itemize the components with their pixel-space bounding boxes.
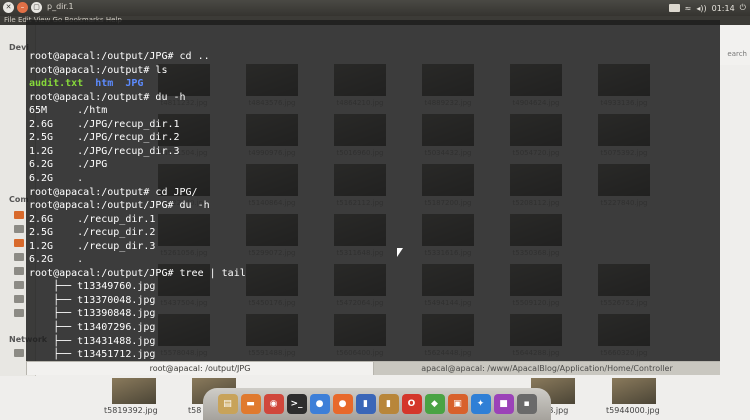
terminal-text: 65M ./htm: [29, 105, 108, 117]
terminal-text: 2.5G ./recup_dir.2: [29, 227, 156, 239]
sidebar-item-home[interactable]: [14, 211, 24, 219]
terminal-line: audit.txt htm JPG: [29, 77, 720, 91]
terminal-text: 6.2G .: [29, 173, 84, 185]
terminal-line: 6.2G ./JPG: [29, 158, 720, 172]
terminal-tab-2[interactable]: apacal@apacal: /www/ApacalBlog/Applicati…: [374, 361, 720, 375]
writer-icon[interactable]: ▮: [355, 394, 376, 414]
top-panel: ✕ – ▢ p_dir.1 ≈ ◂)) 01:14 ⏻: [0, 0, 750, 16]
terminal-text: 2.5G ./JPG/recup_dir.2: [29, 132, 180, 144]
terminal-line: ├── t13349760.jpg: [29, 280, 720, 294]
terminal-tab-1[interactable]: root@apacal: /output/JPG: [26, 361, 374, 375]
power-icon[interactable]: ⏻: [740, 3, 746, 13]
terminal-text: htm: [95, 78, 114, 90]
mail-icon[interactable]: [668, 4, 680, 12]
network-icon[interactable]: ≈: [685, 4, 692, 13]
sidebar-item-network[interactable]: [14, 349, 24, 357]
file-label[interactable]: t5819392.jpg: [104, 406, 158, 415]
sidebar-item-pictures[interactable]: [14, 281, 24, 289]
terminal-line: ├── t13431488.jpg: [29, 335, 720, 349]
terminal-line: 1.2G ./JPG/recup_dir.3: [29, 145, 720, 159]
folder-icon[interactable]: ▬: [240, 394, 261, 414]
mouse-pointer-icon: [397, 248, 403, 257]
audio-icon[interactable]: ◉: [263, 394, 284, 414]
books-icon[interactable]: ▮: [378, 394, 399, 414]
terminal-text: root@apacal:/output/JPG# du -h: [29, 200, 210, 212]
terminal-text: 1.2G ./JPG/recup_dir.3: [29, 145, 180, 157]
terminal-text: 2.6G ./JPG/recup_dir.1: [29, 118, 180, 130]
window-minimize-button[interactable]: –: [17, 2, 28, 13]
application-dock: ▤ ▬ ◉ >_ ● ● ▮ ▮ O ◆ ▣ ✦ ■ ▪: [203, 388, 551, 420]
terminal-output[interactable]: root@apacal:/output/JPG# cd .. root@apaca…: [26, 47, 720, 361]
terminal-text: root@apacal:/output# du -h: [29, 91, 186, 103]
files-icon[interactable]: ▤: [217, 394, 238, 414]
settings-icon[interactable]: ▪: [516, 394, 537, 414]
terminal-line: 2.5G ./recup_dir.2: [29, 226, 720, 240]
terminal-line: 6.2G .: [29, 172, 720, 186]
terminal-line: root@apacal:/output# du -h: [29, 91, 720, 105]
terminal-text: root@apacal:/output# cd JPG/: [29, 186, 198, 198]
terminal-text: 1.2G ./recup_dir.3: [29, 240, 156, 252]
terminal-text: root@apacal:/output/JPG# cd ..: [29, 51, 210, 63]
window-title: p_dir.1: [47, 2, 74, 11]
terminal-line: 6.2G .: [29, 253, 720, 267]
terminal-line: root@apacal:/output/JPG# tree | tail: [29, 267, 720, 281]
sidebar-item-desktop[interactable]: [14, 225, 24, 233]
terminal-text: root@apacal:/output# ls: [29, 64, 168, 76]
file-label[interactable]: t5944000.jpg: [606, 406, 660, 415]
opera-icon[interactable]: O: [401, 394, 422, 414]
accessibility-icon[interactable]: ✦: [470, 394, 491, 414]
file-label[interactable]: t58: [188, 406, 201, 415]
chrome-icon[interactable]: ●: [309, 394, 330, 414]
photos-icon[interactable]: ▣: [447, 394, 468, 414]
terminal-line: 2.6G ./JPG/recup_dir.1: [29, 118, 720, 132]
sidebar-item-downloads[interactable]: [14, 253, 24, 261]
terminal-text: 6.2G .: [29, 254, 84, 266]
terminal-window[interactable]: root@apacal:/output/JPG# cd .. root@apaca…: [26, 20, 720, 361]
terminal-line: root@apacal:/output/JPG# du -h: [29, 199, 720, 213]
purple-app-icon[interactable]: ■: [493, 394, 514, 414]
green-app-icon[interactable]: ◆: [424, 394, 445, 414]
terminal-line: root@apacal:/output# cd JPG/: [29, 186, 720, 200]
terminal-line: ├── t13390848.jpg: [29, 307, 720, 321]
terminal-text: ├── t13370048.jpg: [29, 294, 156, 306]
terminal-line: 65M ./htm: [29, 104, 720, 118]
sidebar-item-trash[interactable]: [14, 309, 24, 317]
sidebar-item-documents[interactable]: [14, 239, 24, 247]
file-thumbnail[interactable]: [112, 378, 156, 404]
terminal-text: ├── t13431488.jpg: [29, 335, 156, 347]
terminal-text: ├── t13349760.jpg: [29, 281, 156, 293]
terminal-line: ├── t13407296.jpg: [29, 321, 720, 335]
terminal-text: 2.6G ./recup_dir.1: [29, 213, 156, 225]
terminal-text: ├── t13407296.jpg: [29, 322, 156, 334]
system-tray: ≈ ◂)) 01:14 ⏻: [668, 1, 746, 15]
terminal-icon[interactable]: >_: [286, 394, 307, 414]
terminal-tab-bar: root@apacal: /output/JPG apacal@apacal: …: [26, 361, 720, 375]
volume-icon[interactable]: ◂)): [696, 4, 706, 13]
terminal-line: ├── t13451712.jpg: [29, 348, 720, 361]
terminal-line: root@apacal:/output# ls: [29, 64, 720, 78]
file-thumbnail[interactable]: [612, 378, 656, 404]
sidebar-item-music[interactable]: [14, 267, 24, 275]
terminal-line: root@apacal:/output/JPG# cd ..: [29, 50, 720, 64]
terminal-text: root@apacal:/output/JPG# tree | tail: [29, 267, 246, 279]
terminal-line: 2.6G ./recup_dir.1: [29, 213, 720, 227]
terminal-text: audit.txt: [29, 78, 84, 90]
window-close-button[interactable]: ✕: [3, 2, 14, 13]
terminal-line: ├── t13370048.jpg: [29, 294, 720, 308]
terminal-line: 1.2G ./recup_dir.3: [29, 240, 720, 254]
clock[interactable]: 01:14: [712, 4, 735, 13]
firefox-icon[interactable]: ●: [332, 394, 353, 414]
terminal-text: ├── t13451712.jpg: [29, 349, 156, 361]
terminal-text: 6.2G ./JPG: [29, 159, 108, 171]
terminal-text: ├── t13390848.jpg: [29, 308, 156, 320]
window-maximize-button[interactable]: ▢: [31, 2, 42, 13]
terminal-line: 2.5G ./JPG/recup_dir.2: [29, 131, 720, 145]
terminal-text: JPG: [125, 78, 144, 90]
sidebar-item-videos[interactable]: [14, 295, 24, 303]
